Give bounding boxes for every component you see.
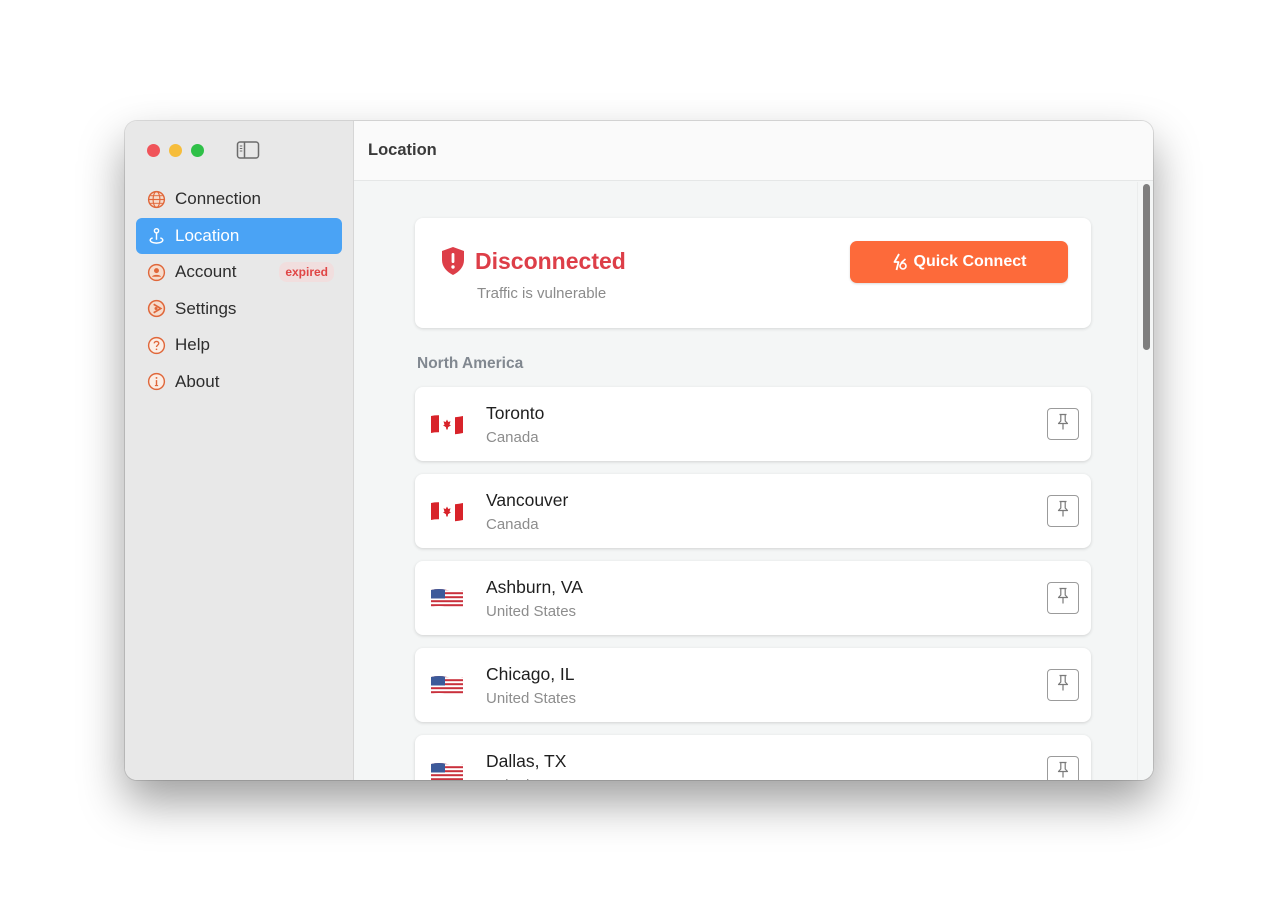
status-subtitle: Traffic is vulnerable: [477, 285, 607, 302]
sidebar-item-about[interactable]: About: [136, 364, 342, 400]
location-country: Canada: [486, 429, 539, 446]
question-circle-icon: [146, 335, 166, 355]
quick-connect-button[interactable]: Quick Connect: [850, 241, 1068, 283]
sidebar-item-account[interactable]: Account expired: [136, 254, 342, 290]
pin-button[interactable]: [1047, 495, 1079, 527]
pin-icon: [1056, 500, 1070, 523]
window-controls: [147, 144, 204, 157]
location-country: United States: [486, 603, 577, 620]
location-pin-icon: [146, 226, 166, 246]
pin-icon: [1056, 761, 1070, 781]
location-item[interactable]: Vancouver Canada: [415, 474, 1091, 548]
location-city: Vancouver: [486, 490, 569, 510]
zoom-window-button[interactable]: [191, 144, 204, 157]
bolt-icon: [892, 253, 908, 271]
location-country: United States: [486, 777, 576, 780]
location-city: Chicago, IL: [486, 664, 575, 684]
scrollbar-thumb[interactable]: [1143, 184, 1150, 350]
location-country: United States: [486, 690, 577, 707]
location-item[interactable]: Ashburn, VA United States: [415, 561, 1091, 635]
location-city: Ashburn, VA: [486, 577, 583, 597]
pin-button[interactable]: [1047, 756, 1079, 780]
sidebar-item-location[interactable]: Location: [136, 217, 342, 254]
scrollbar[interactable]: [1137, 182, 1153, 780]
expired-badge: expired: [279, 262, 334, 283]
pin-icon: [1056, 587, 1070, 610]
location-city: Toronto: [486, 403, 545, 423]
page-title: Location: [354, 121, 1153, 181]
sidebar-item-label: Location: [175, 225, 240, 245]
pin-button[interactable]: [1047, 408, 1079, 440]
pin-button[interactable]: [1047, 582, 1079, 614]
pin-icon: [1056, 413, 1070, 436]
status-title: Disconnected: [475, 247, 626, 274]
sidebar-nav: Connection Location Account expired Sett…: [136, 181, 342, 401]
location-item[interactable]: Toronto Canada: [415, 387, 1091, 461]
sidebar-item-label: Connection: [175, 189, 262, 208]
sidebar-item-label: Help: [175, 335, 210, 355]
location-city: Dallas, TX: [486, 751, 567, 771]
pin-icon: [1056, 674, 1070, 697]
location-list: Toronto Canada Vancouver Canada Ashburn,…: [415, 387, 1091, 780]
location-item[interactable]: Dallas, TX United States: [415, 735, 1091, 780]
main-panel: Location Disconnected Traffic is vulnera…: [354, 121, 1153, 780]
usa-flag-icon: [430, 587, 464, 610]
sidebar-item-label: About: [175, 371, 220, 391]
sidebar: Connection Location Account expired Sett…: [125, 121, 354, 780]
usa-flag-icon: [430, 761, 464, 780]
app-window: Connection Location Account expired Sett…: [125, 121, 1153, 780]
sidebar-item-connection[interactable]: Connection: [136, 181, 342, 217]
person-circle-icon: [146, 262, 166, 282]
settings-icon: [146, 299, 166, 319]
info-circle-icon: [146, 372, 166, 392]
region-title: North America: [417, 355, 524, 372]
sidebar-item-help[interactable]: Help: [136, 327, 342, 363]
pin-button[interactable]: [1047, 669, 1079, 701]
canada-flag-icon: [430, 500, 464, 523]
scroll-content: Disconnected Traffic is vulnerable Quick…: [354, 182, 1153, 780]
connection-status-card: Disconnected Traffic is vulnerable Quick…: [415, 218, 1091, 328]
location-country: Canada: [486, 516, 539, 533]
minimize-window-button[interactable]: [169, 144, 182, 157]
canada-flag-icon: [430, 413, 464, 436]
sidebar-item-settings[interactable]: Settings: [136, 291, 342, 327]
quick-connect-label: Quick Connect: [913, 253, 1027, 270]
close-window-button[interactable]: [147, 144, 160, 157]
shield-alert-icon: [440, 246, 466, 276]
sidebar-item-label: Account: [175, 262, 237, 282]
globe-icon: [146, 189, 166, 209]
usa-flag-icon: [430, 674, 464, 697]
sidebar-toggle-icon[interactable]: [236, 140, 260, 160]
location-item[interactable]: Chicago, IL United States: [415, 648, 1091, 722]
sidebar-item-label: Settings: [175, 298, 237, 318]
